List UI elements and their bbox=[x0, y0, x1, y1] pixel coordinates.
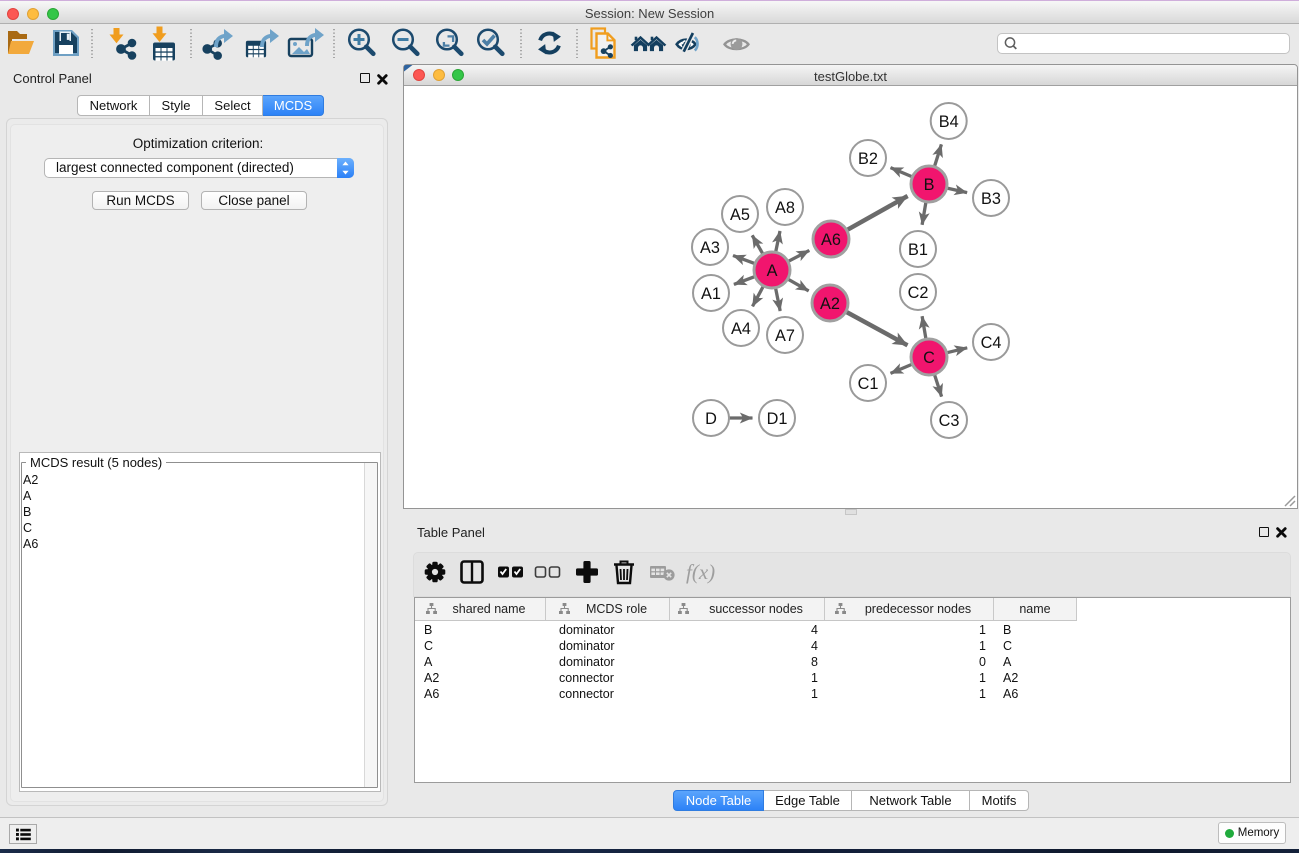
svg-text:A8: A8 bbox=[775, 199, 795, 217]
svg-text:D1: D1 bbox=[767, 410, 788, 428]
svg-text:B3: B3 bbox=[981, 190, 1001, 208]
svg-text:A6: A6 bbox=[821, 231, 841, 249]
svg-text:A: A bbox=[767, 262, 778, 280]
svg-text:A4: A4 bbox=[731, 320, 751, 338]
svg-text:A1: A1 bbox=[701, 285, 721, 303]
svg-text:B4: B4 bbox=[939, 113, 959, 131]
svg-text:A7: A7 bbox=[775, 327, 795, 345]
svg-text:B2: B2 bbox=[858, 150, 878, 168]
svg-text:f(x): f(x) bbox=[686, 560, 715, 584]
svg-text:A3: A3 bbox=[700, 239, 720, 257]
svg-text:A2: A2 bbox=[820, 295, 840, 313]
svg-text:C1: C1 bbox=[858, 375, 879, 393]
svg-text:C: C bbox=[923, 349, 935, 367]
svg-text:B1: B1 bbox=[908, 241, 928, 259]
svg-text:A5: A5 bbox=[730, 206, 750, 224]
svg-text:D: D bbox=[705, 410, 717, 428]
svg-text:C4: C4 bbox=[981, 334, 1002, 352]
svg-text:C3: C3 bbox=[939, 412, 960, 430]
svg-text:C2: C2 bbox=[908, 284, 929, 302]
svg-text:B: B bbox=[924, 176, 935, 194]
